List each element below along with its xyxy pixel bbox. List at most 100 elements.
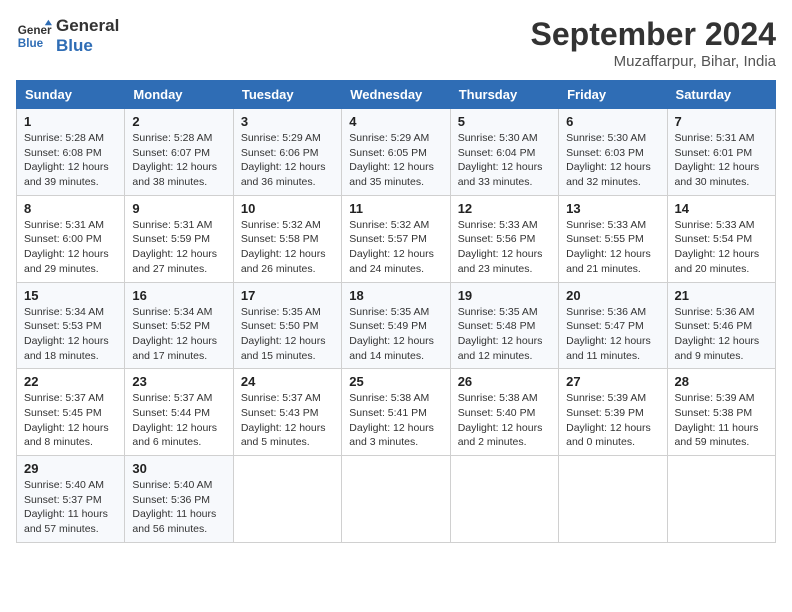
week-row-3: 15 Sunrise: 5:34 AMSunset: 5:53 PMDayligh…	[17, 282, 776, 369]
week-row-1: 1 Sunrise: 5:28 AMSunset: 6:08 PMDaylight…	[17, 109, 776, 196]
calendar-cell	[667, 456, 775, 543]
day-detail: Sunrise: 5:32 AMSunset: 5:57 PMDaylight:…	[349, 218, 442, 277]
day-detail: Sunrise: 5:37 AMSunset: 5:43 PMDaylight:…	[241, 391, 334, 450]
day-detail: Sunrise: 5:31 AMSunset: 6:00 PMDaylight:…	[24, 218, 117, 277]
day-number: 4	[349, 114, 442, 129]
day-number: 28	[675, 374, 768, 389]
day-detail: Sunrise: 5:30 AMSunset: 6:03 PMDaylight:…	[566, 131, 659, 190]
column-header-sunday: Sunday	[17, 81, 125, 109]
calendar-cell: 4 Sunrise: 5:29 AMSunset: 6:05 PMDaylight…	[342, 109, 450, 196]
calendar-cell: 10 Sunrise: 5:32 AMSunset: 5:58 PMDayligh…	[233, 195, 341, 282]
day-number: 27	[566, 374, 659, 389]
day-number: 25	[349, 374, 442, 389]
title-block: September 2024 Muzaffarpur, Bihar, India	[531, 16, 776, 70]
week-row-2: 8 Sunrise: 5:31 AMSunset: 6:00 PMDaylight…	[17, 195, 776, 282]
calendar-cell: 20 Sunrise: 5:36 AMSunset: 5:47 PMDayligh…	[559, 282, 667, 369]
calendar-cell: 15 Sunrise: 5:34 AMSunset: 5:53 PMDayligh…	[17, 282, 125, 369]
day-detail: Sunrise: 5:40 AMSunset: 5:37 PMDaylight:…	[24, 478, 117, 537]
day-number: 18	[349, 288, 442, 303]
calendar-cell: 30Sunrise: 5:40 AMSunset: 5:36 PMDayligh…	[125, 456, 233, 543]
calendar-cell: 13Sunrise: 5:33 AMSunset: 5:55 PMDayligh…	[559, 195, 667, 282]
svg-text:General: General	[18, 24, 52, 37]
day-detail: Sunrise: 5:33 AMSunset: 5:54 PMDaylight:…	[675, 218, 768, 277]
day-detail: Sunrise: 5:37 AMSunset: 5:44 PMDaylight:…	[132, 391, 225, 450]
column-header-tuesday: Tuesday	[233, 81, 341, 109]
day-number: 15	[24, 288, 117, 303]
calendar-cell	[233, 456, 341, 543]
day-detail: Sunrise: 5:32 AMSunset: 5:58 PMDaylight:…	[241, 218, 334, 277]
column-header-thursday: Thursday	[450, 81, 558, 109]
day-detail: Sunrise: 5:31 AMSunset: 5:59 PMDaylight:…	[132, 218, 225, 277]
day-detail: Sunrise: 5:40 AMSunset: 5:36 PMDaylight:…	[132, 478, 225, 537]
svg-text:Blue: Blue	[18, 36, 44, 49]
calendar-cell: 9 Sunrise: 5:31 AMSunset: 5:59 PMDaylight…	[125, 195, 233, 282]
month-title: September 2024	[531, 16, 776, 53]
day-detail: Sunrise: 5:37 AMSunset: 5:45 PMDaylight:…	[24, 391, 117, 450]
column-header-saturday: Saturday	[667, 81, 775, 109]
day-number: 23	[132, 374, 225, 389]
day-detail: Sunrise: 5:34 AMSunset: 5:52 PMDaylight:…	[132, 305, 225, 364]
day-number: 16	[132, 288, 225, 303]
calendar-table: SundayMondayTuesdayWednesdayThursdayFrid…	[16, 80, 776, 543]
calendar-cell: 6Sunrise: 5:30 AMSunset: 6:03 PMDaylight…	[559, 109, 667, 196]
calendar-cell: 8 Sunrise: 5:31 AMSunset: 6:00 PMDaylight…	[17, 195, 125, 282]
day-number: 21	[675, 288, 768, 303]
day-number: 7	[675, 114, 768, 129]
logo-blue: Blue	[56, 36, 119, 56]
calendar-cell: 5 Sunrise: 5:30 AMSunset: 6:04 PMDaylight…	[450, 109, 558, 196]
calendar-cell: 12Sunrise: 5:33 AMSunset: 5:56 PMDayligh…	[450, 195, 558, 282]
calendar-cell: 28 Sunrise: 5:39 AMSunset: 5:38 PMDayligh…	[667, 369, 775, 456]
calendar-cell: 29 Sunrise: 5:40 AMSunset: 5:37 PMDayligh…	[17, 456, 125, 543]
calendar-cell: 1 Sunrise: 5:28 AMSunset: 6:08 PMDaylight…	[17, 109, 125, 196]
calendar-cell: 21Sunrise: 5:36 AMSunset: 5:46 PMDayligh…	[667, 282, 775, 369]
day-number: 1	[24, 114, 117, 129]
location-subtitle: Muzaffarpur, Bihar, India	[531, 53, 776, 70]
calendar-cell: 16 Sunrise: 5:34 AMSunset: 5:52 PMDayligh…	[125, 282, 233, 369]
day-number: 10	[241, 201, 334, 216]
day-detail: Sunrise: 5:35 AMSunset: 5:48 PMDaylight:…	[458, 305, 551, 364]
day-number: 22	[24, 374, 117, 389]
calendar-cell: 17Sunrise: 5:35 AMSunset: 5:50 PMDayligh…	[233, 282, 341, 369]
day-number: 26	[458, 374, 551, 389]
calendar-cell: 18 Sunrise: 5:35 AMSunset: 5:49 PMDayligh…	[342, 282, 450, 369]
calendar-cell: 7 Sunrise: 5:31 AMSunset: 6:01 PMDaylight…	[667, 109, 775, 196]
day-detail: Sunrise: 5:38 AMSunset: 5:41 PMDaylight:…	[349, 391, 442, 450]
day-number: 24	[241, 374, 334, 389]
calendar-cell	[559, 456, 667, 543]
day-number: 29	[24, 461, 117, 476]
day-number: 12	[458, 201, 551, 216]
day-detail: Sunrise: 5:29 AMSunset: 6:05 PMDaylight:…	[349, 131, 442, 190]
column-header-friday: Friday	[559, 81, 667, 109]
day-detail: Sunrise: 5:31 AMSunset: 6:01 PMDaylight:…	[675, 131, 768, 190]
day-detail: Sunrise: 5:28 AMSunset: 6:08 PMDaylight:…	[24, 131, 117, 190]
day-number: 17	[241, 288, 334, 303]
week-row-4: 22 Sunrise: 5:37 AMSunset: 5:45 PMDayligh…	[17, 369, 776, 456]
calendar-cell: 2Sunrise: 5:28 AMSunset: 6:07 PMDaylight…	[125, 109, 233, 196]
calendar-cell	[450, 456, 558, 543]
logo-general: General	[56, 16, 119, 36]
day-detail: Sunrise: 5:34 AMSunset: 5:53 PMDaylight:…	[24, 305, 117, 364]
calendar-cell: 25 Sunrise: 5:38 AMSunset: 5:41 PMDayligh…	[342, 369, 450, 456]
day-detail: Sunrise: 5:39 AMSunset: 5:38 PMDaylight:…	[675, 391, 768, 450]
calendar-cell	[342, 456, 450, 543]
calendar-cell: 3Sunrise: 5:29 AMSunset: 6:06 PMDaylight…	[233, 109, 341, 196]
day-number: 5	[458, 114, 551, 129]
day-number: 9	[132, 201, 225, 216]
calendar-cell: 23 Sunrise: 5:37 AMSunset: 5:44 PMDayligh…	[125, 369, 233, 456]
calendar-cell: 24 Sunrise: 5:37 AMSunset: 5:43 PMDayligh…	[233, 369, 341, 456]
day-number: 8	[24, 201, 117, 216]
day-number: 14	[675, 201, 768, 216]
day-detail: Sunrise: 5:30 AMSunset: 6:04 PMDaylight:…	[458, 131, 551, 190]
calendar-cell: 14 Sunrise: 5:33 AMSunset: 5:54 PMDayligh…	[667, 195, 775, 282]
day-number: 19	[458, 288, 551, 303]
calendar-cell: 22 Sunrise: 5:37 AMSunset: 5:45 PMDayligh…	[17, 369, 125, 456]
day-number: 20	[566, 288, 659, 303]
calendar-cell: 19 Sunrise: 5:35 AMSunset: 5:48 PMDayligh…	[450, 282, 558, 369]
logo: General Blue General Blue	[16, 16, 119, 55]
day-detail: Sunrise: 5:33 AMSunset: 5:55 PMDaylight:…	[566, 218, 659, 277]
calendar-cell: 26Sunrise: 5:38 AMSunset: 5:40 PMDayligh…	[450, 369, 558, 456]
column-header-monday: Monday	[125, 81, 233, 109]
day-detail: Sunrise: 5:36 AMSunset: 5:47 PMDaylight:…	[566, 305, 659, 364]
day-detail: Sunrise: 5:35 AMSunset: 5:49 PMDaylight:…	[349, 305, 442, 364]
day-detail: Sunrise: 5:28 AMSunset: 6:07 PMDaylight:…	[132, 131, 225, 190]
